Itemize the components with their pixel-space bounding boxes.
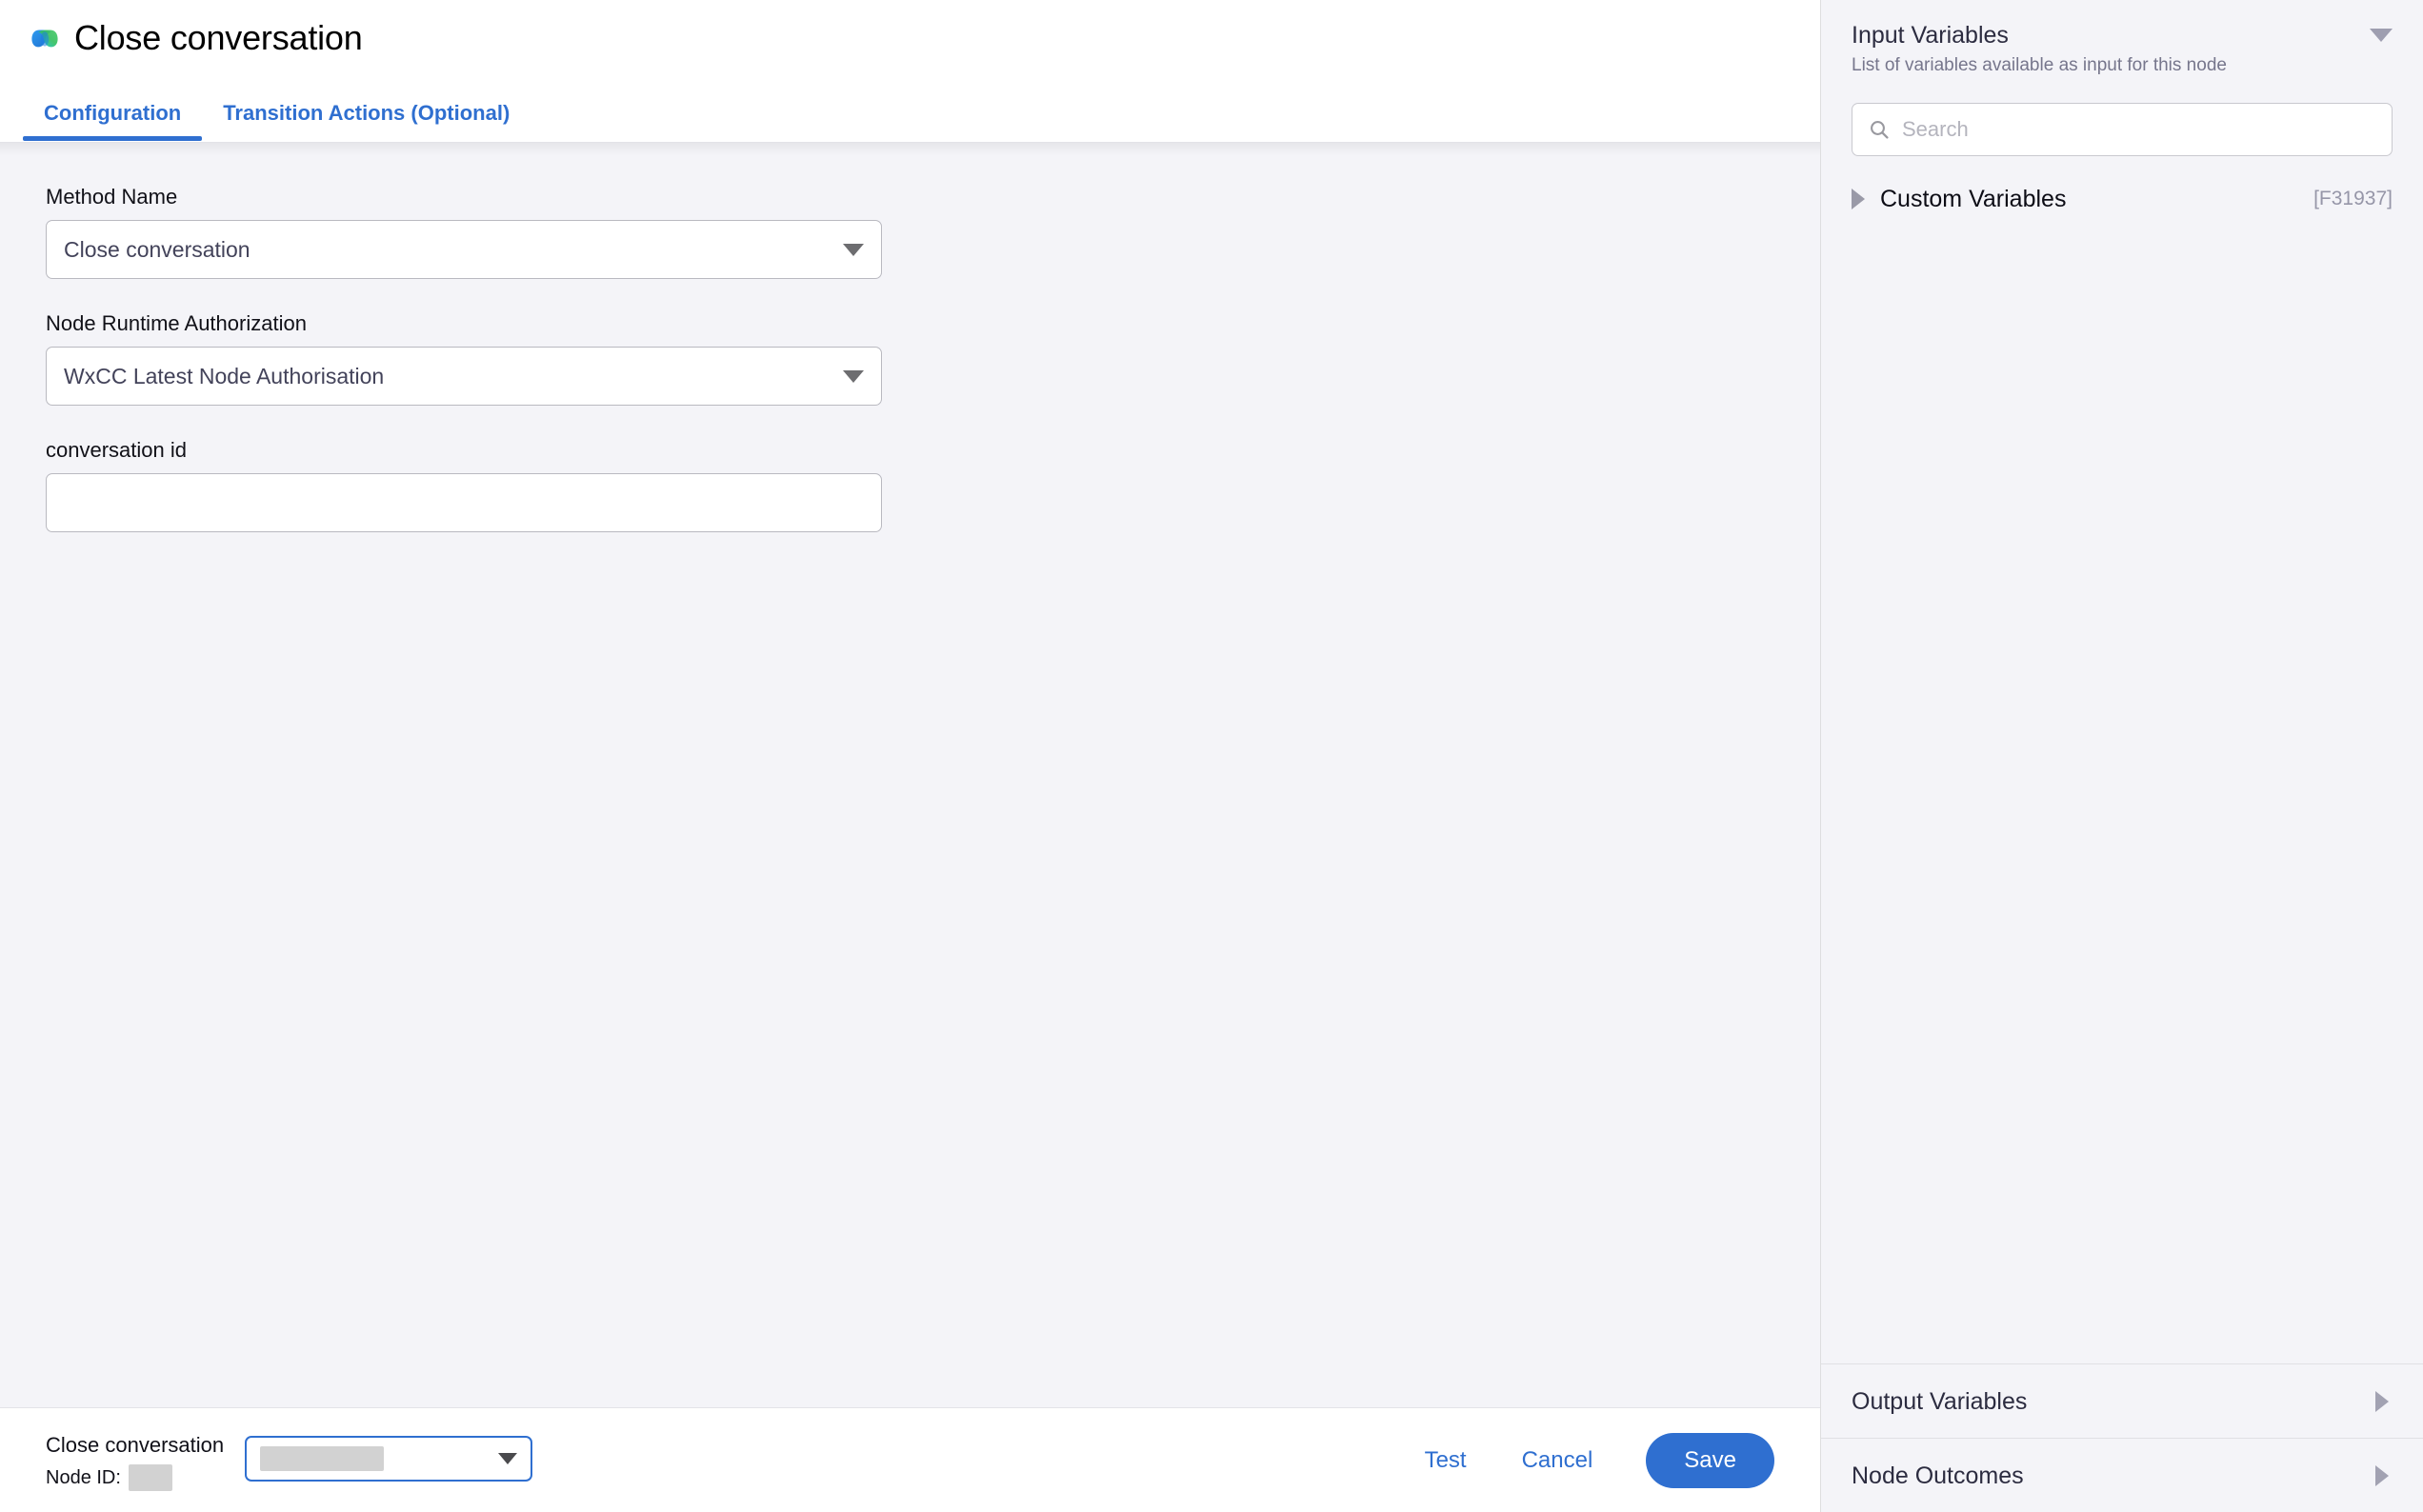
tab-configuration[interactable]: Configuration xyxy=(23,101,203,141)
chevron-down-icon xyxy=(498,1452,518,1464)
node-outcome-redacted-value xyxy=(260,1445,385,1471)
save-button[interactable]: Save xyxy=(1646,1432,1774,1488)
input-variables-title-block: Input Variables List of variables availa… xyxy=(1852,21,2227,77)
chevron-right-icon xyxy=(2375,1464,2389,1486)
variables-panel: Input Variables List of variables availa… xyxy=(1820,0,2423,1512)
variable-group-label: Custom Variables xyxy=(1880,186,2067,212)
node-outcome-select[interactable] xyxy=(245,1435,533,1482)
node-runtime-authorization-value: WxCC Latest Node Authorisation xyxy=(64,364,385,388)
chevron-down-icon xyxy=(843,243,864,256)
webex-logo-icon xyxy=(31,30,58,48)
method-name-select[interactable]: Close conversation xyxy=(46,220,882,279)
footer-node-info: Close conversation Node ID: xyxy=(46,1430,533,1491)
footer-actions: Test Cancel Save xyxy=(1423,1432,1774,1488)
search-input[interactable] xyxy=(1902,117,2376,142)
cancel-button[interactable]: Cancel xyxy=(1520,1442,1595,1480)
chevron-right-icon xyxy=(2375,1390,2389,1412)
footer-node-name: Close conversation xyxy=(46,1432,225,1457)
conversation-id-field[interactable] xyxy=(46,473,882,532)
node-config-dialog: Close conversation Configuration Transit… xyxy=(0,0,2423,1512)
conversation-id-input[interactable] xyxy=(64,474,864,531)
output-variables-label: Output Variables xyxy=(1852,1387,2028,1415)
main-column: Close conversation Configuration Transit… xyxy=(0,0,1820,1512)
node-runtime-authorization-label: Node Runtime Authorization xyxy=(46,311,307,335)
node-outcomes-label: Node Outcomes xyxy=(1852,1462,2024,1489)
title-row: Close conversation xyxy=(0,0,1820,63)
panel-spacer xyxy=(1821,213,2423,1363)
chevron-down-icon xyxy=(843,369,864,383)
configuration-form: Method Name Close conversation Node Runt… xyxy=(0,143,1820,1407)
search-icon xyxy=(1871,121,1889,139)
test-button[interactable]: Test xyxy=(1423,1442,1469,1480)
node-id-redacted-value xyxy=(128,1463,172,1491)
page-title: Close conversation xyxy=(74,18,363,57)
input-variables-header: Input Variables List of variables availa… xyxy=(1821,0,2423,77)
conversation-id-label: conversation id xyxy=(46,438,187,462)
tab-bar: Configuration Transition Actions (Option… xyxy=(0,63,1820,141)
footer-node-labels: Close conversation Node ID: xyxy=(46,1430,224,1491)
field-conversation-id: conversation id xyxy=(46,438,1820,532)
method-name-value: Close conversation xyxy=(64,237,250,262)
dialog-footer: Close conversation Node ID: Test Cancel … xyxy=(0,1407,1820,1512)
chevron-down-icon[interactable] xyxy=(2370,29,2393,42)
section-node-outcomes[interactable]: Node Outcomes xyxy=(1821,1438,2423,1512)
field-node-runtime-authorization: Node Runtime Authorization WxCC Latest N… xyxy=(46,311,1820,406)
dialog-header: Close conversation Configuration Transit… xyxy=(0,0,1820,143)
node-runtime-authorization-select[interactable]: WxCC Latest Node Authorisation xyxy=(46,347,882,406)
input-variables-title-row: Input Variables List of variables availa… xyxy=(1852,21,2393,77)
variables-search-box[interactable] xyxy=(1852,103,2393,156)
node-id-label: Node ID: xyxy=(46,1466,121,1488)
field-method-name: Method Name Close conversation xyxy=(46,185,1820,279)
footer-node-id: Node ID: xyxy=(46,1463,224,1491)
variable-group-tag: [F31937] xyxy=(2313,188,2393,209)
tab-transition-actions[interactable]: Transition Actions (Optional) xyxy=(202,101,531,141)
input-variables-subtitle: List of variables available as input for… xyxy=(1852,55,2227,75)
section-output-variables[interactable]: Output Variables xyxy=(1821,1363,2423,1438)
variable-group-custom-variables[interactable]: Custom Variables [F31937] xyxy=(1852,185,2393,213)
chevron-right-icon xyxy=(1852,189,1865,209)
input-variables-title: Input Variables xyxy=(1852,22,2009,49)
method-name-label: Method Name xyxy=(46,185,178,209)
